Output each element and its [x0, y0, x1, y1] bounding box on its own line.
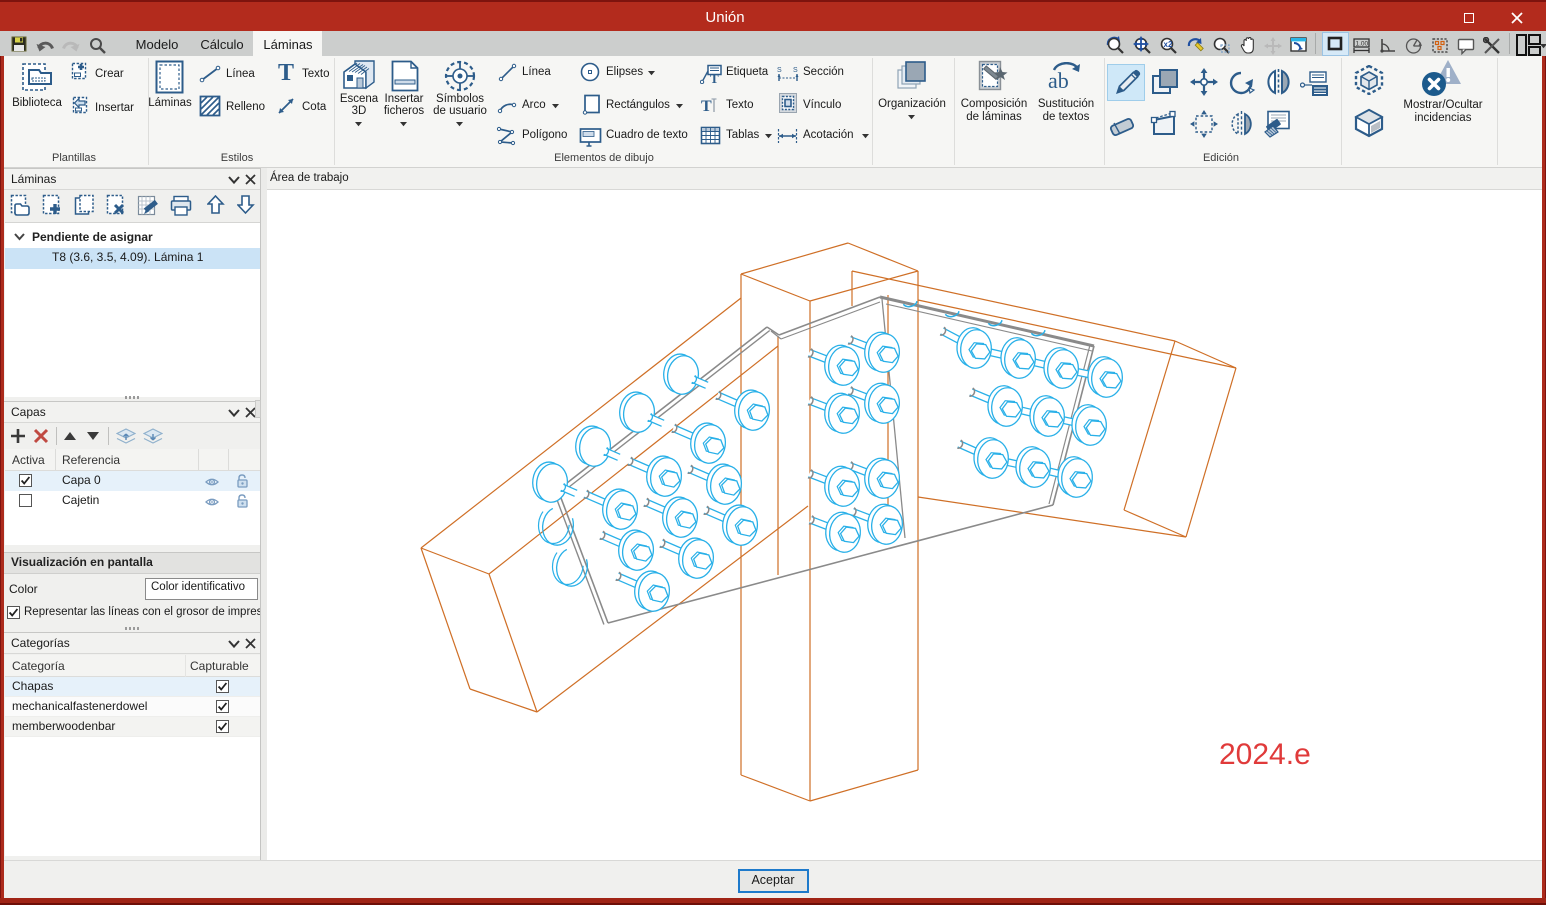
svg-text:2024.e: 2024.e: [1219, 738, 1311, 771]
svg-text:1.00: 1.00: [1356, 41, 1369, 48]
svg-text:T: T: [701, 98, 712, 115]
svg-text:ab: ab: [1048, 68, 1069, 92]
svg-text:T: T: [710, 71, 719, 84]
svg-text:T: T: [278, 61, 294, 83]
svg-text:S: S: [777, 67, 782, 74]
svg-text:S: S: [793, 67, 798, 74]
svg-text:x2: x2: [1164, 40, 1173, 49]
